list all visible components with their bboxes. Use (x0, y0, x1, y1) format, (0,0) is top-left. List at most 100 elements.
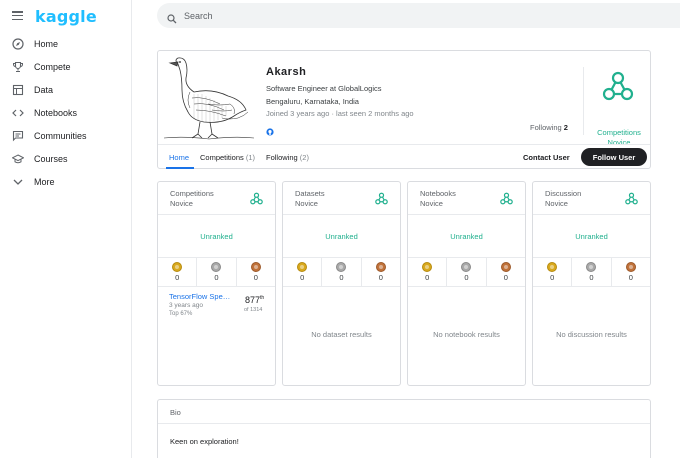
kaggle-logo[interactable]: kaggle (35, 7, 97, 26)
tier-icon (250, 192, 263, 205)
card-tier: Novice (170, 198, 193, 208)
gold-count: 0 (300, 273, 305, 282)
nav-item-label: Communities (34, 131, 87, 141)
profile-tabs: Home Competitions (1) Following (2) Cont… (158, 144, 650, 169)
compass-icon (12, 38, 24, 50)
nav-item-home[interactable]: Home (0, 33, 131, 55)
card-category: Datasets (295, 189, 325, 198)
profile-location: Bengaluru, Karnataka, India (266, 97, 359, 106)
medal-counts: 0 0 0 (283, 258, 400, 287)
competition-percentile: Top 67% (169, 311, 193, 317)
silver-medal-icon (336, 262, 347, 272)
chevron-down-icon (12, 176, 24, 188)
nav-item-notebooks[interactable]: Notebooks (0, 102, 131, 124)
trophy-icon (12, 61, 24, 73)
menu-icon[interactable] (12, 11, 23, 21)
nav-item-label: Home (34, 39, 59, 49)
bio-heading: Bio (158, 400, 650, 424)
silver-medal-icon (211, 262, 222, 272)
notebooks-card: Notebooks Novice Unranked 0 0 0 No noteb… (407, 181, 526, 386)
bio-text: Keen on exploration! (170, 437, 239, 446)
graduation-cap-icon (12, 153, 24, 165)
silver-medal: 0 (571, 258, 610, 286)
card-tier: Novice (295, 198, 318, 208)
nav-item-compete[interactable]: Compete (0, 56, 131, 78)
profile-occupation: Software Engineer at GlobalLogics (266, 84, 382, 93)
rank-status: Unranked (408, 215, 525, 258)
nav-item-communities[interactable]: Communities (0, 125, 131, 147)
empty-state: No discussion results (556, 330, 627, 339)
competition-rank: 877th (245, 295, 264, 305)
bronze-count: 0 (503, 273, 508, 282)
tab-following[interactable]: Following (2) (266, 153, 309, 162)
gold-medal-icon (422, 262, 433, 272)
gold-medal: 0 (533, 258, 571, 286)
silver-medal: 0 (446, 258, 485, 286)
empty-state: No dataset results (311, 330, 372, 339)
chat-icon (12, 130, 24, 142)
search-icon (167, 11, 177, 23)
medal-counts: 0 0 0 (408, 258, 525, 287)
card-category: Notebooks (420, 189, 456, 198)
competition-age: 3 years ago (169, 302, 203, 309)
nav-item-courses[interactable]: Courses (0, 148, 131, 170)
bronze-medal: 0 (360, 258, 400, 286)
profile-joined: Joined 3 years ago · last seen 2 months … (266, 109, 414, 118)
silver-count: 0 (339, 273, 344, 282)
silver-medal: 0 (196, 258, 235, 286)
medal-counts: 0 0 0 (158, 258, 275, 287)
search-input[interactable] (184, 10, 484, 21)
following-count: 2 (563, 123, 568, 132)
search-bar[interactable] (157, 3, 680, 28)
sidebar: kaggle Home Compete Data Notebooks Commu… (0, 0, 132, 458)
follow-user-button[interactable]: Follow User (581, 148, 647, 166)
card-title: Notebooks Novice (420, 189, 456, 208)
card-title: Datasets Novice (295, 189, 325, 208)
profile-card: Akarsh Software Engineer at GlobalLogics… (157, 50, 651, 169)
avatar[interactable] (163, 54, 255, 142)
card-header[interactable]: Notebooks Novice (408, 182, 525, 215)
bronze-medal-icon (625, 262, 636, 272)
rank-status: Unranked (283, 215, 400, 258)
rank-status: Unranked (158, 215, 275, 258)
competition-name[interactable]: TensorFlow Speech Recognition Challenge (169, 292, 231, 301)
following-summary[interactable]: Following 2 (530, 123, 568, 132)
following-label: Following (530, 123, 562, 132)
silver-count: 0 (214, 273, 219, 282)
gold-medal-icon (172, 262, 183, 272)
bronze-medal-icon (500, 262, 511, 272)
code-icon (12, 107, 24, 119)
github-icon[interactable] (266, 123, 274, 136)
card-category: Competitions (170, 189, 214, 198)
gold-count: 0 (550, 273, 555, 282)
card-header[interactable]: Datasets Novice (283, 182, 400, 215)
tab-competitions[interactable]: Competitions (1) (200, 153, 255, 162)
nav-item-data[interactable]: Data (0, 79, 131, 101)
card-header[interactable]: Discussion Novice (533, 182, 650, 215)
bronze-count: 0 (628, 273, 633, 282)
card-header[interactable]: Competitions Novice (158, 182, 275, 215)
silver-medal: 0 (321, 258, 360, 286)
gold-medal-icon (547, 262, 558, 272)
rank-status: Unranked (533, 215, 650, 258)
card-tier: Novice (420, 198, 443, 208)
gold-medal: 0 (158, 258, 196, 286)
competition-entry[interactable]: TensorFlow Speech Recognition Challenge … (169, 292, 269, 332)
contact-user-button[interactable]: Contact User (523, 153, 570, 162)
gold-medal-icon (297, 262, 308, 272)
bronze-count: 0 (378, 273, 383, 282)
bio-section: Bio Keen on exploration! (157, 399, 651, 458)
tier-icon (375, 192, 388, 205)
competition-total: of 1314 (244, 307, 263, 313)
nav-item-label: Data (34, 85, 54, 95)
medal-counts: 0 0 0 (533, 258, 650, 287)
empty-state: No notebook results (433, 330, 500, 339)
rank-suffix: th (260, 295, 265, 301)
bronze-medal: 0 (485, 258, 525, 286)
tab-home[interactable]: Home (169, 153, 189, 162)
bronze-medal-icon (375, 262, 386, 272)
tier-icon (625, 192, 638, 205)
nav-item-more[interactable]: More (0, 171, 131, 193)
tier-icon (500, 192, 513, 205)
table-icon (12, 84, 24, 96)
